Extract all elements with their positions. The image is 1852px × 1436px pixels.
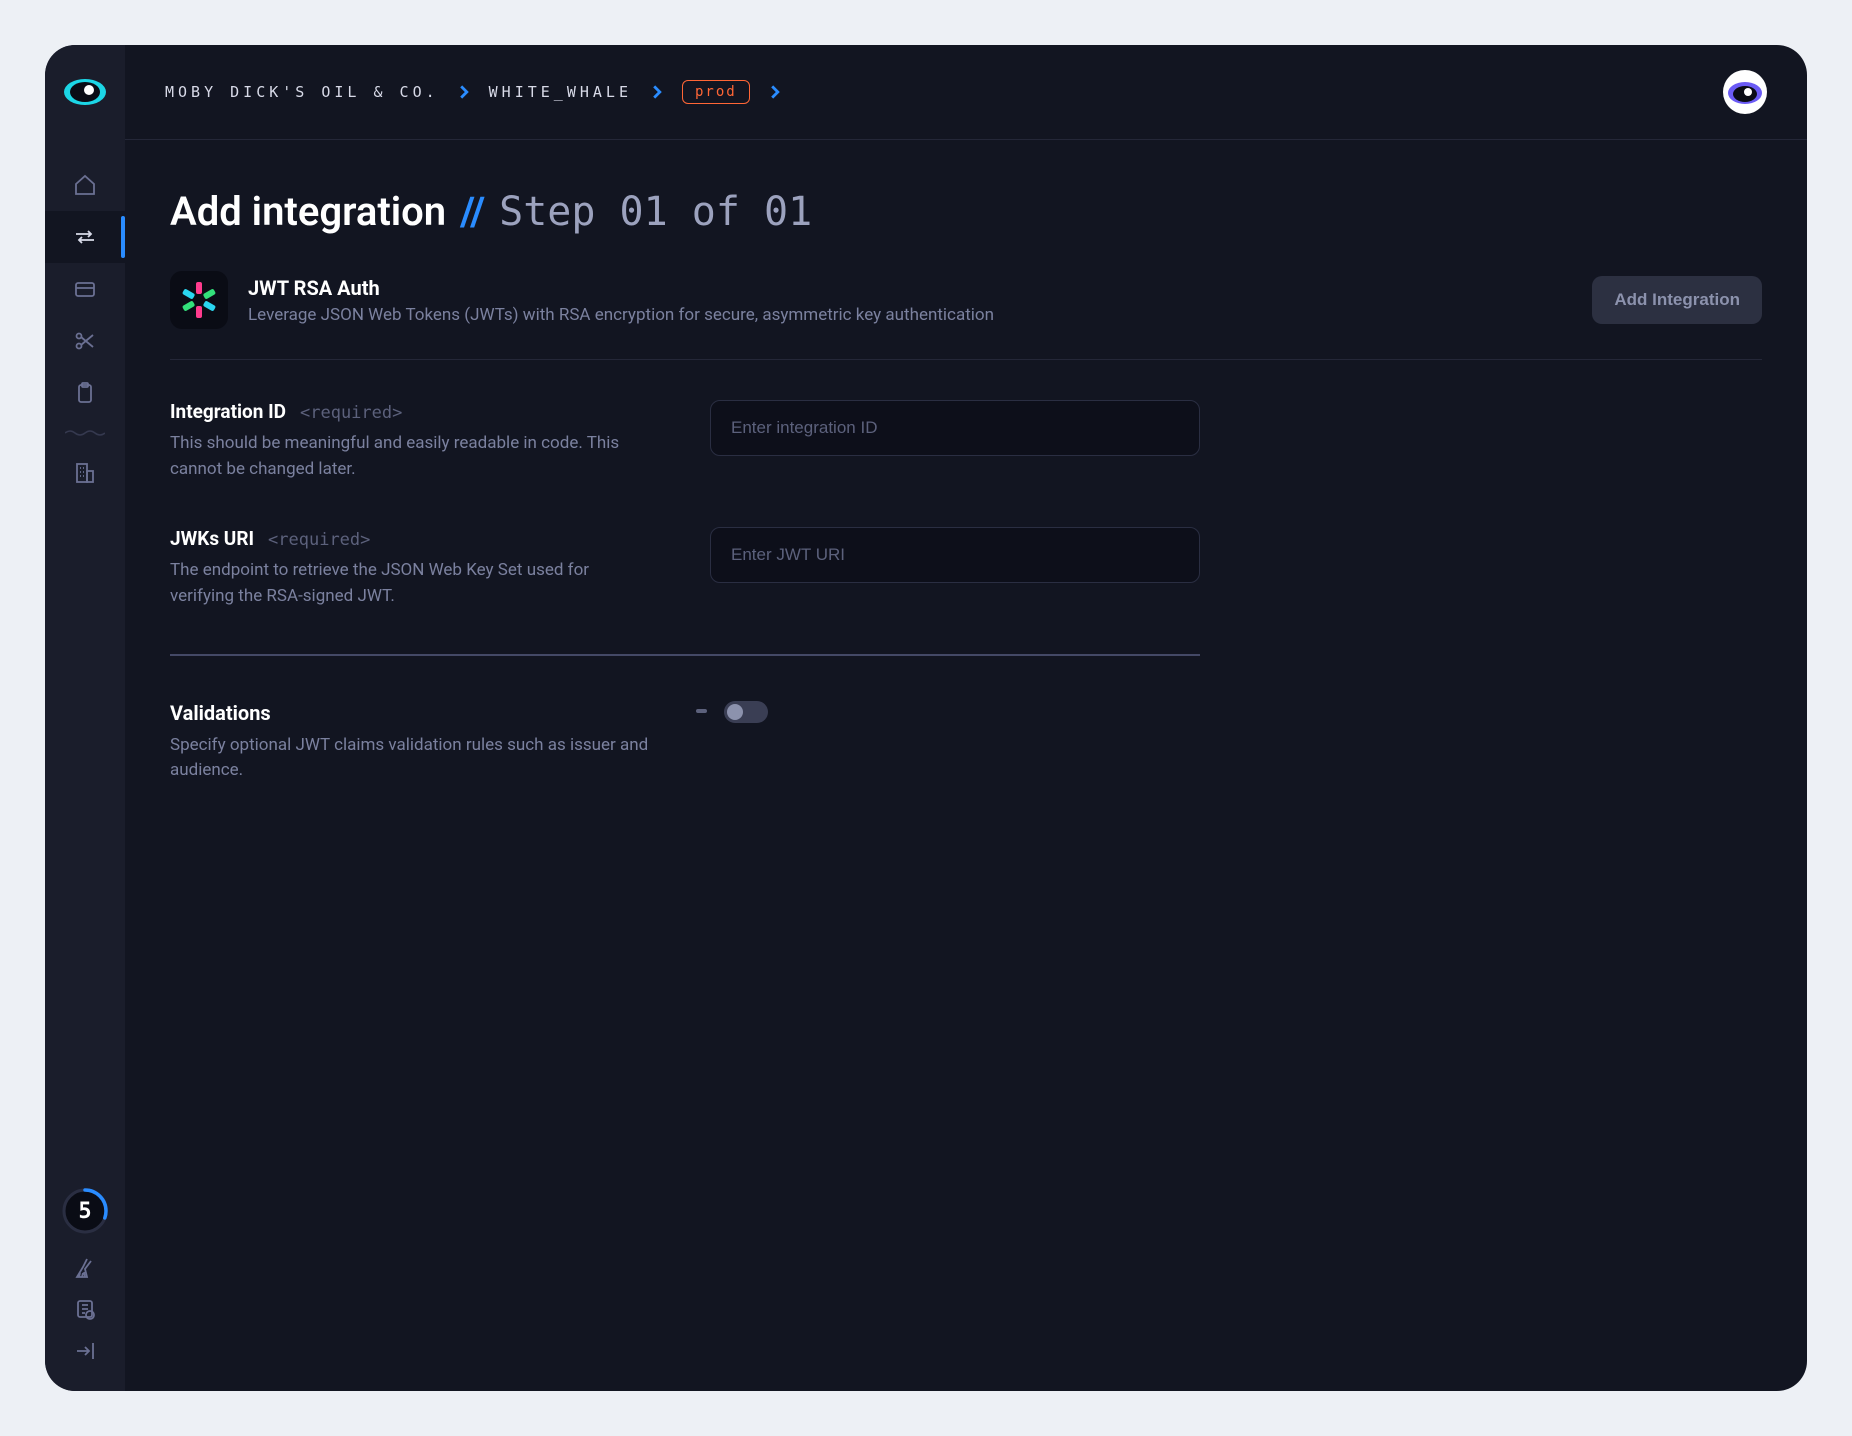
topbar: MOBY DICK'S OIL & CO. WHITE_WHALE prod [125,45,1807,140]
building-icon [73,461,97,485]
page-title: Add integration // Step 01 of 01 [170,188,1762,235]
section-validations: Validations Specify optional JWT claims … [170,701,1762,784]
step-indicator: Step 01 of 01 [499,189,812,235]
validations-title: Validations [170,701,650,725]
user-avatar[interactable] [1723,70,1767,114]
field-label: JWKs URI [170,527,254,550]
chevron-right-icon [768,85,782,99]
main-content: MOBY DICK'S OIL & CO. WHITE_WHALE prod A… [125,45,1807,1391]
clipboard-icon [73,381,97,405]
integration-description: Leverage JSON Web Tokens (JWTs) with RSA… [248,305,1572,325]
nav-clip[interactable] [45,315,125,367]
breadcrumb-org[interactable]: MOBY DICK'S OIL & CO. [165,83,439,101]
nav-payments[interactable] [45,263,125,315]
breadcrumb-project[interactable]: WHITE_WHALE [489,83,632,101]
validations-toggle[interactable] [724,701,768,723]
toggle-indicator-icon [696,709,707,713]
field-help: The endpoint to retrieve the JSON Web Ke… [170,558,650,609]
sidebar: 5 [45,45,125,1391]
field-integration-id: Integration ID <required> This should be… [170,400,1762,482]
progress-value: 5 [61,1187,109,1235]
add-integration-button[interactable]: Add Integration [1592,276,1762,324]
exit-icon[interactable] [73,1339,97,1363]
settings-icon[interactable] [73,1297,97,1321]
integration-id-input[interactable] [710,400,1200,456]
section-divider [170,654,1200,656]
field-jwks-uri: JWKs URI <required> The endpoint to retr… [170,527,1762,609]
card-icon [73,277,97,301]
chevron-right-icon [650,85,664,99]
field-help: This should be meaningful and easily rea… [170,431,650,482]
validations-help: Specify optional JWT claims validation r… [170,733,650,784]
required-tag: <required> [268,530,370,550]
page-title-text: Add integration [170,188,446,235]
home-icon [73,173,97,197]
integration-header: JWT RSA Auth Leverage JSON Web Tokens (J… [170,271,1762,360]
app-logo[interactable] [63,70,107,114]
field-label: Integration ID [170,400,286,423]
nav-clipboard[interactable] [45,367,125,419]
nav-integrations[interactable] [45,211,125,263]
integration-title: JWT RSA Auth [248,276,1572,300]
divider-icon [65,429,105,437]
required-tag: <required> [300,403,402,423]
progress-indicator[interactable]: 5 [61,1187,109,1235]
step-separator: // [460,188,485,235]
nav-org[interactable] [45,447,125,499]
scissors-icon [73,329,97,353]
nav-home[interactable] [45,159,125,211]
breadcrumb-env[interactable]: prod [682,80,750,104]
transfer-icon [73,225,97,249]
broom-icon[interactable] [73,1255,97,1279]
breadcrumbs: MOBY DICK'S OIL & CO. WHITE_WHALE prod [165,80,782,104]
integration-logo [170,271,228,329]
jwks-uri-input[interactable] [710,527,1200,583]
chevron-right-icon [457,85,471,99]
